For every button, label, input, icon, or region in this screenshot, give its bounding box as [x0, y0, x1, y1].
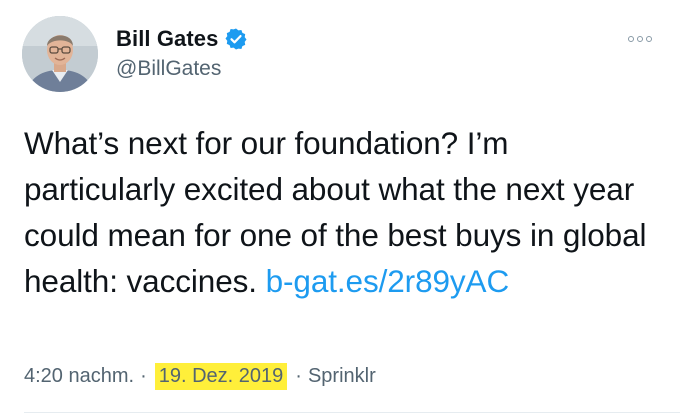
more-dot [628, 36, 634, 42]
tweet-time[interactable]: 4:20 nachm. [24, 365, 134, 388]
author-avatar[interactable] [22, 16, 98, 92]
meta-separator: · [295, 365, 302, 387]
author-display-name[interactable]: Bill Gates [116, 26, 218, 52]
author-name-row: Bill Gates [116, 26, 248, 52]
tweet-source[interactable]: Sprinklr [308, 365, 376, 388]
meta-separator: · [140, 365, 147, 387]
author-handle[interactable]: @BillGates [116, 57, 221, 81]
profile-photo-icon [22, 16, 98, 92]
tweet-card: Bill Gates @BillGates What’s next for ou… [0, 0, 680, 418]
more-options-icon[interactable] [628, 34, 654, 44]
divider [24, 412, 680, 413]
more-dot [637, 36, 643, 42]
tweet-date[interactable]: 19. Dez. 2019 [154, 363, 288, 390]
verified-badge-icon [224, 27, 248, 51]
tweet-meta: 4:20 nachm. · 19. Dez. 2019 · Sprinklr [24, 363, 376, 390]
tweet-link[interactable]: b-gat.es/2r89yAC [266, 263, 510, 299]
tweet-text: What’s next for our foundation? I’m part… [24, 120, 654, 304]
more-dot [646, 36, 652, 42]
